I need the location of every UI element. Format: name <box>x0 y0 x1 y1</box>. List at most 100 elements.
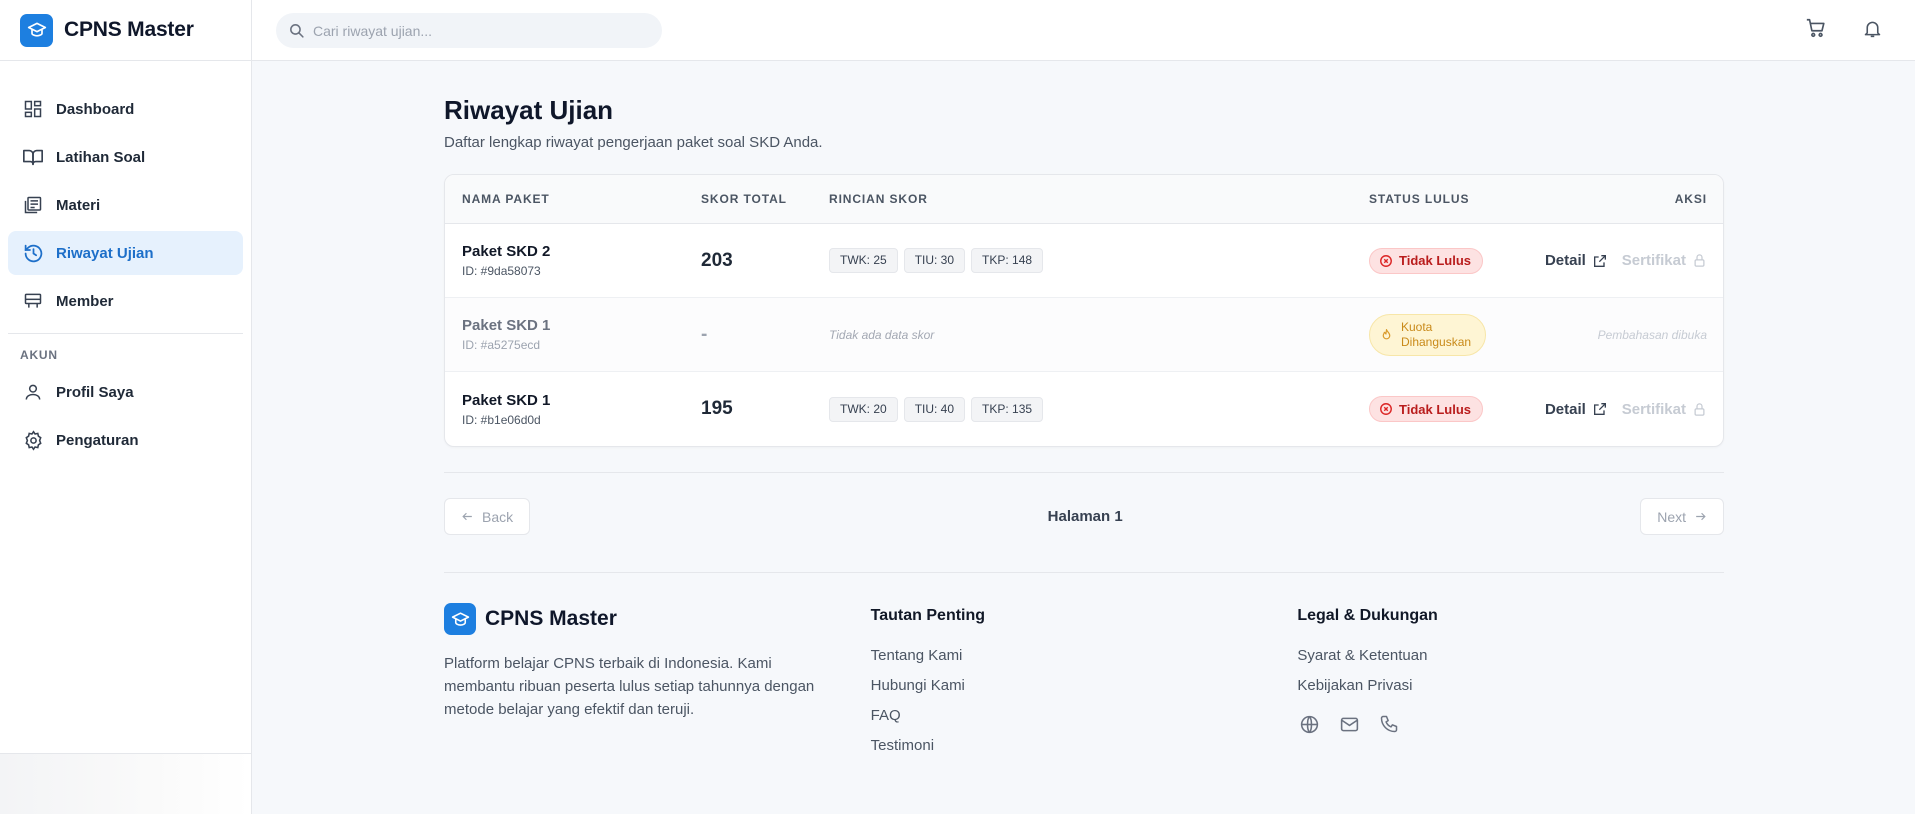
package-id: ID: #b1e06d0d <box>462 412 541 427</box>
bell-icon[interactable] <box>1859 15 1885 41</box>
member-icon <box>21 289 45 313</box>
sidebar-item-profil-saya[interactable]: Profil Saya <box>8 370 243 414</box>
sidebar-divider <box>8 333 243 334</box>
table-row: Paket SKD 2 ID: #9da58073 203 TWK: 25 TIU… <box>445 224 1723 298</box>
footer-link-syarat[interactable]: Syarat & Ketentuan <box>1297 647 1724 664</box>
certificate-button[interactable]: Sertifikat <box>1622 252 1707 269</box>
footer-link-testimoni[interactable]: Testimoni <box>871 737 1298 754</box>
flame-icon <box>1380 328 1393 341</box>
arrow-left-icon <box>461 510 474 523</box>
topbar <box>252 0 1915 61</box>
arrow-right-icon <box>1694 510 1707 523</box>
status-badge: Kuota Dihanguskan <box>1369 313 1487 356</box>
page-title: Riwayat Ujian <box>444 95 614 125</box>
column-header: STATUS LULUS <box>1369 192 1470 206</box>
external-link-icon <box>1592 253 1608 269</box>
footer-link-tentang-kami[interactable]: Tentang Kami <box>871 647 1298 664</box>
package-name: Paket SKD 1 <box>462 317 551 334</box>
table-row: Paket SKD 1 ID: #a5275ecd - Tidak ada da… <box>445 298 1723 372</box>
column-header: NAMA PAKET <box>462 192 550 206</box>
column-header: RINCIAN SKOR <box>829 192 928 206</box>
graduation-cap-icon <box>444 603 476 635</box>
search-input[interactable] <box>313 22 643 39</box>
footer-links-title: Tautan Penting <box>870 607 986 624</box>
certificate-label: Sertifikat <box>1621 400 1686 418</box>
back-label: Back <box>482 508 514 525</box>
table-header: NAMA PAKET SKOR TOTAL RINCIAN SKOR STATU… <box>445 175 1723 224</box>
pagination: Back Halaman 1 Next <box>444 472 1724 548</box>
sidebar-item-dashboard[interactable]: Dashboard <box>8 87 243 131</box>
mail-icon[interactable] <box>1337 712 1361 736</box>
footer-legal: Legal & Dukungan Syarat & Ketentuan Kebi… <box>1297 603 1724 754</box>
phone-icon[interactable] <box>1377 712 1401 736</box>
sidebar-item-label: Materi <box>56 196 101 214</box>
detail-link[interactable]: Detail <box>1545 401 1608 418</box>
package-id: ID: #a5275ecd <box>462 338 541 352</box>
footer-description: Platform belajar CPNS terbaik di Indones… <box>444 655 815 718</box>
sidebar-item-pengaturan[interactable]: Pengaturan <box>8 418 243 462</box>
score-chip: TIU: 40 <box>903 396 966 422</box>
sidebar-item-latihan-soal[interactable]: Latihan Soal <box>8 135 243 179</box>
total-score: 203 <box>701 249 733 271</box>
status-label: Kuota Dihanguskan <box>1401 319 1472 349</box>
x-circle-icon <box>1379 254 1393 268</box>
score-chip: TIU: 30 <box>903 248 966 273</box>
gear-icon <box>21 428 45 452</box>
certificate-button[interactable]: Sertifikat <box>1622 401 1707 418</box>
package-name: Paket SKD 1 <box>462 391 551 409</box>
sidebar-item-label: Profil Saya <box>56 383 134 401</box>
search-bar[interactable] <box>276 13 662 48</box>
score-chip: TKP: 148 <box>971 248 1044 273</box>
sidebar-item-label: Member <box>56 292 114 310</box>
next-label: Next <box>1657 508 1686 525</box>
footer-legal-title: Legal & Dukungan <box>1297 607 1438 624</box>
status-label: Tidak Lulus <box>1399 401 1471 417</box>
sidebar-item-materi[interactable]: Materi <box>8 183 243 227</box>
detail-link[interactable]: Detail <box>1545 252 1608 269</box>
user-icon <box>21 380 45 404</box>
footer-link-hubungi-kami[interactable]: Hubungi Kami <box>871 677 1298 694</box>
globe-icon[interactable] <box>1297 712 1321 736</box>
document-icon <box>21 193 45 217</box>
search-icon <box>288 22 305 39</box>
footer-link-faq[interactable]: FAQ <box>871 707 1298 724</box>
sidebar-item-riwayat-ujian[interactable]: Riwayat Ujian <box>8 231 243 275</box>
certificate-label: Sertifikat <box>1621 252 1686 269</box>
score-chip: TKP: 135 <box>971 396 1044 422</box>
discussion-note: Pembahasan dibuka <box>1597 327 1707 342</box>
score-chip: TWK: 25 <box>829 248 898 273</box>
footer-brand[interactable]: CPNS Master <box>444 603 871 635</box>
package-name: Paket SKD 2 <box>462 243 551 260</box>
sidebar-footer <box>0 753 251 814</box>
status-badge: Tidak Lulus <box>1369 247 1483 274</box>
brand-name: CPNS Master <box>64 18 194 41</box>
footer: CPNS Master Platform belajar CPNS terbai… <box>444 572 1724 754</box>
sidebar-item-member[interactable]: Member <box>8 279 243 323</box>
back-button[interactable]: Back <box>444 498 531 535</box>
total-score: 195 <box>701 398 733 419</box>
sidebar-item-label: Pengaturan <box>56 431 139 449</box>
history-table: NAMA PAKET SKOR TOTAL RINCIAN SKOR STATU… <box>444 174 1724 447</box>
external-link-icon <box>1592 401 1608 417</box>
footer-link-privasi[interactable]: Kebijakan Privasi <box>1297 677 1724 694</box>
page-subtitle: Daftar lengkap riwayat pengerjaan paket … <box>444 134 823 151</box>
lock-icon <box>1692 253 1707 268</box>
no-score-text: Tidak ada data skor <box>829 327 935 342</box>
graduation-cap-icon <box>20 13 53 47</box>
social-links <box>1297 712 1724 736</box>
brand[interactable]: CPNS Master <box>0 0 251 61</box>
dashboard-icon <box>21 97 45 121</box>
status-badge: Tidak Lulus <box>1369 396 1483 422</box>
sidebar-section-label: AKUN <box>20 348 58 362</box>
footer-about: CPNS Master Platform belajar CPNS terbai… <box>444 603 871 754</box>
column-header: AKSI <box>1674 192 1707 206</box>
sidebar-nav: Dashboard Latihan Soal Materi Riwayat Uj… <box>0 61 251 462</box>
book-icon <box>21 145 45 169</box>
sidebar: CPNS Master Dashboard Latihan Soal Mater… <box>0 0 252 814</box>
detail-label: Detail <box>1544 252 1586 269</box>
sidebar-item-label: Riwayat Ujian <box>56 244 154 262</box>
page-indicator: Halaman 1 <box>1047 508 1123 525</box>
next-button[interactable]: Next <box>1640 498 1724 535</box>
cart-icon[interactable] <box>1803 15 1829 41</box>
footer-brand-name: CPNS Master <box>485 607 617 630</box>
